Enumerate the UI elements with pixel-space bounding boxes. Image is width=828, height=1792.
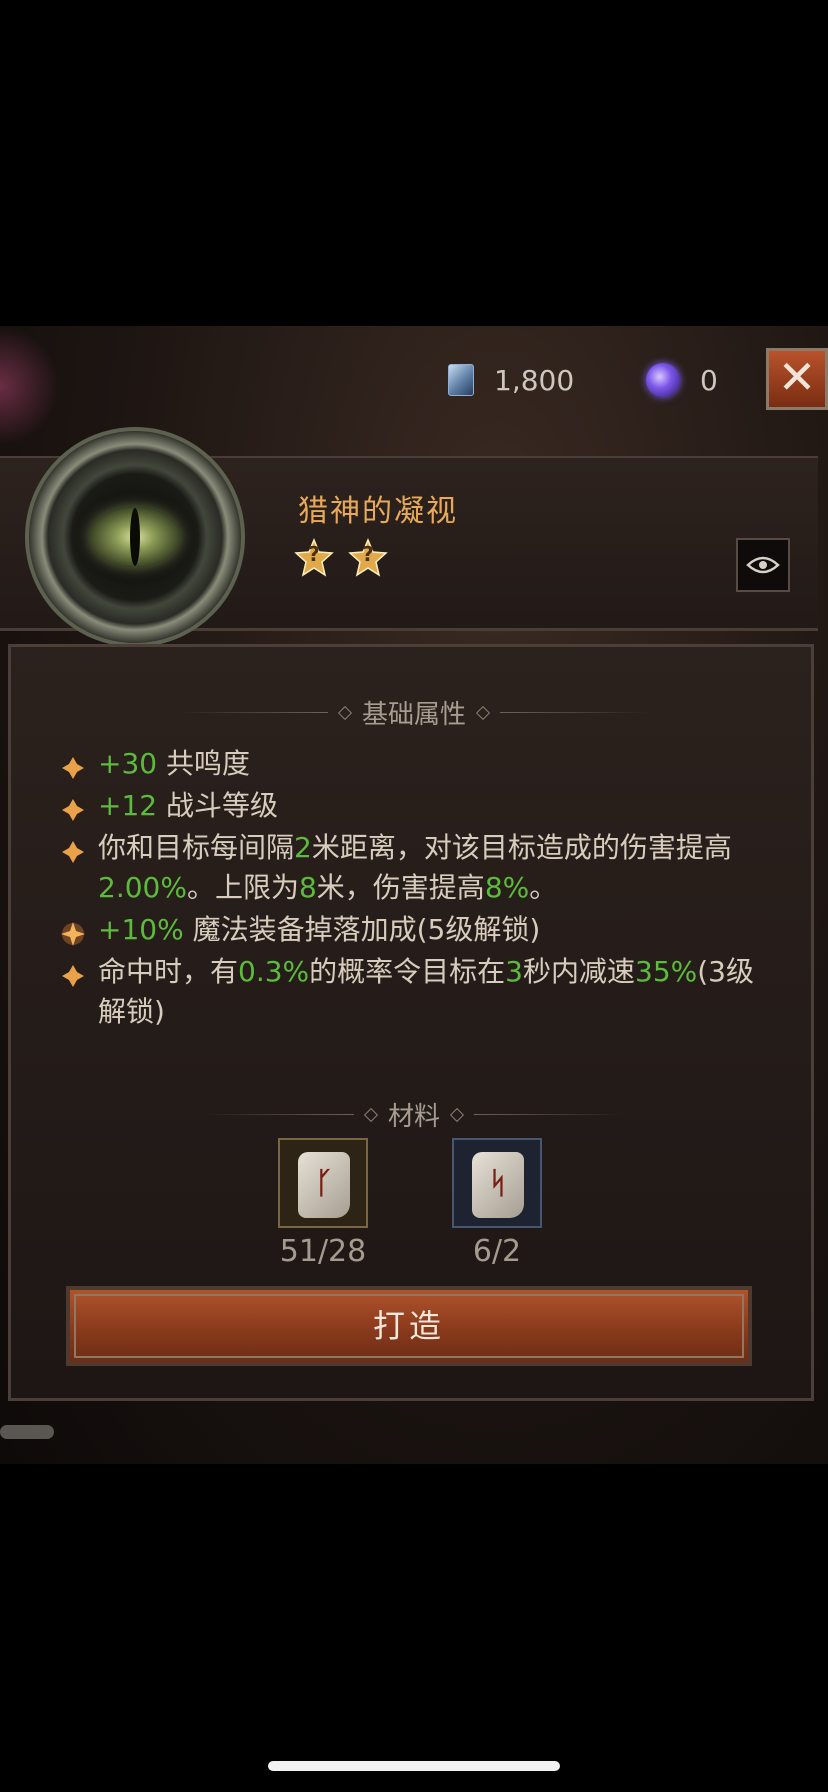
close-button[interactable]: ✕ bbox=[766, 348, 828, 410]
divider bbox=[474, 1114, 624, 1115]
attribute-text: 你和目标每间隔 bbox=[98, 831, 295, 864]
attribute-text: 。 bbox=[529, 871, 558, 904]
attribute-value: 0.3% bbox=[238, 955, 310, 988]
item-title: 猎神的凝视 bbox=[298, 494, 458, 529]
attribute-line: +30 共鸣度 bbox=[58, 744, 758, 784]
attribute-list: +30 共鸣度 +12 战斗等级 你和目标每间隔2米距离，对该目标造成的伤害提高2.… bbox=[58, 744, 758, 1034]
material-slot-1[interactable]: ᚴ bbox=[278, 1138, 368, 1228]
eye-icon bbox=[746, 556, 780, 574]
sparkle-diamond-icon bbox=[60, 918, 86, 946]
attribute-line: +12 战斗等级 bbox=[58, 786, 758, 826]
diamond-bullet-icon bbox=[60, 794, 86, 821]
star-icon: ? bbox=[348, 538, 388, 578]
materials-section-title: 材料 bbox=[0, 1096, 828, 1133]
orb-count: 0 bbox=[700, 363, 718, 397]
material-slot-2[interactable]: ᛋ bbox=[452, 1138, 542, 1228]
preview-button[interactable] bbox=[736, 538, 790, 592]
gem-icon bbox=[448, 364, 474, 396]
diamond-icon bbox=[475, 705, 491, 720]
diamond-icon bbox=[337, 705, 353, 720]
attribute-text: 命中时，有 bbox=[98, 955, 239, 988]
attribute-line: +10% 魔法装备掉落加成(5级解锁) bbox=[58, 910, 758, 950]
close-icon: ✕ bbox=[777, 350, 817, 404]
attribute-text: 秒内减速 bbox=[523, 955, 636, 988]
attribute-text: 米，伤害提高 bbox=[316, 871, 485, 904]
attribute-value: 3 bbox=[505, 955, 523, 988]
star-rating: ? ? bbox=[294, 538, 388, 578]
divider bbox=[203, 1114, 354, 1115]
attribute-text: 共鸣度 bbox=[157, 747, 250, 780]
attribute-value: 2.00% bbox=[98, 871, 187, 904]
star-icon: ? bbox=[294, 538, 334, 578]
diamond-icon bbox=[449, 1107, 465, 1122]
item-emblem bbox=[20, 422, 250, 652]
attribute-text: 战斗等级 bbox=[157, 789, 278, 822]
orb-currency: 0 bbox=[646, 360, 718, 400]
gem-currency: 1,800 bbox=[448, 360, 574, 400]
attribute-value: 8% bbox=[484, 871, 530, 904]
diamond-bullet-icon bbox=[60, 752, 86, 779]
attribute-value: 8 bbox=[298, 871, 317, 904]
divider bbox=[177, 712, 328, 713]
attribute-line: 你和目标每间隔2米距离，对该目标造成的伤害提高 2.00%。上限为8米，伤害提高8… bbox=[58, 828, 758, 908]
attributes-section-title: 基础属性 bbox=[0, 694, 828, 731]
attribute-text: 魔法装备掉落加成(5级解锁) bbox=[183, 913, 541, 946]
home-indicator[interactable] bbox=[268, 1761, 560, 1771]
rune-stone-icon: ᚴ bbox=[298, 1152, 350, 1218]
attribute-value: 35% bbox=[635, 955, 698, 988]
craft-button[interactable]: 打造 bbox=[66, 1286, 752, 1366]
materials-header: 材料 bbox=[387, 1102, 440, 1132]
attribute-value: +10% bbox=[98, 913, 184, 946]
material-count-2: 6/2 bbox=[472, 1234, 522, 1269]
attribute-text: 米距离，对该目标造成的伤害提高 bbox=[311, 831, 732, 864]
gem-count: 1,800 bbox=[494, 363, 575, 397]
scroll-indicator bbox=[0, 1425, 54, 1439]
attribute-text: 的概率令目标在 bbox=[309, 955, 506, 988]
attribute-value: 2 bbox=[294, 831, 312, 864]
attribute-value: +12 bbox=[98, 789, 158, 822]
game-screen: 1,800 0 ✕ 猎神的凝视 ? ? 基础属性 +30 共鸣度 +12 战斗等… bbox=[0, 326, 828, 1464]
attribute-text: 。上限为 bbox=[186, 871, 299, 904]
attributes-header: 基础属性 bbox=[361, 700, 466, 730]
material-count-1: 51/28 bbox=[279, 1234, 367, 1269]
eye-pupil-icon bbox=[130, 508, 140, 566]
attribute-value: +30 bbox=[98, 747, 158, 780]
diamond-bullet-icon bbox=[60, 836, 86, 863]
star-label: ? bbox=[362, 542, 374, 566]
divider bbox=[500, 712, 650, 713]
diamond-icon bbox=[363, 1107, 379, 1122]
attribute-line: 命中时，有0.3%的概率令目标在3秒内减速35%(3级解锁) bbox=[58, 952, 758, 1032]
diamond-bullet-icon bbox=[60, 960, 86, 987]
rune-mark: ᛋ bbox=[489, 1166, 507, 1201]
orb-icon bbox=[646, 363, 680, 397]
star-label: ? bbox=[308, 542, 320, 566]
rune-stone-icon: ᛋ bbox=[472, 1152, 524, 1218]
rune-mark: ᚴ bbox=[315, 1166, 333, 1201]
